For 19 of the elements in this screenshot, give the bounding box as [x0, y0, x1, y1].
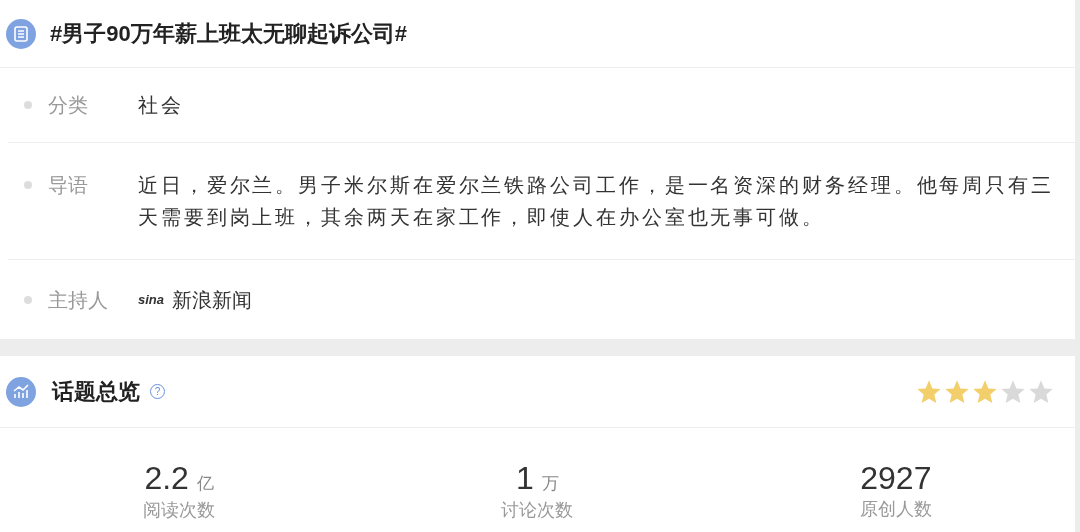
field-label: 导语 — [48, 173, 89, 198]
field-value: 社会 — [138, 93, 185, 118]
field-label: 分类 — [48, 93, 89, 118]
chart-icon — [6, 376, 36, 407]
field-value: 新浪新闻 — [172, 287, 252, 313]
stat-value: 2.2 — [144, 460, 189, 496]
topic-title: #男子90万年薪上班太无聊起诉公司# — [50, 20, 407, 48]
stat-unit: 亿 — [196, 473, 214, 495]
field-label: 主持人 — [48, 287, 109, 313]
stat-value: 2927 — [860, 460, 932, 496]
stat-label: 原创人数 — [859, 498, 932, 521]
stat-unit: 万 — [541, 473, 559, 495]
stat-value: 1 — [516, 460, 534, 496]
field-value: 近日，爱尔兰。男子米尔斯在爱尔兰铁路公司工作，是一名资深的财务经理。他每周只有三天需要到岗上班，其余两天在家工作，即使人在办公室也无事可做。 — [138, 173, 1055, 230]
host-logo: sina — [138, 290, 164, 309]
stat-label: 讨论次数 — [501, 498, 574, 522]
list-icon — [6, 18, 36, 49]
section-title: 话题总览 — [52, 378, 140, 406]
stat-label: 阅读次数 — [143, 498, 216, 522]
